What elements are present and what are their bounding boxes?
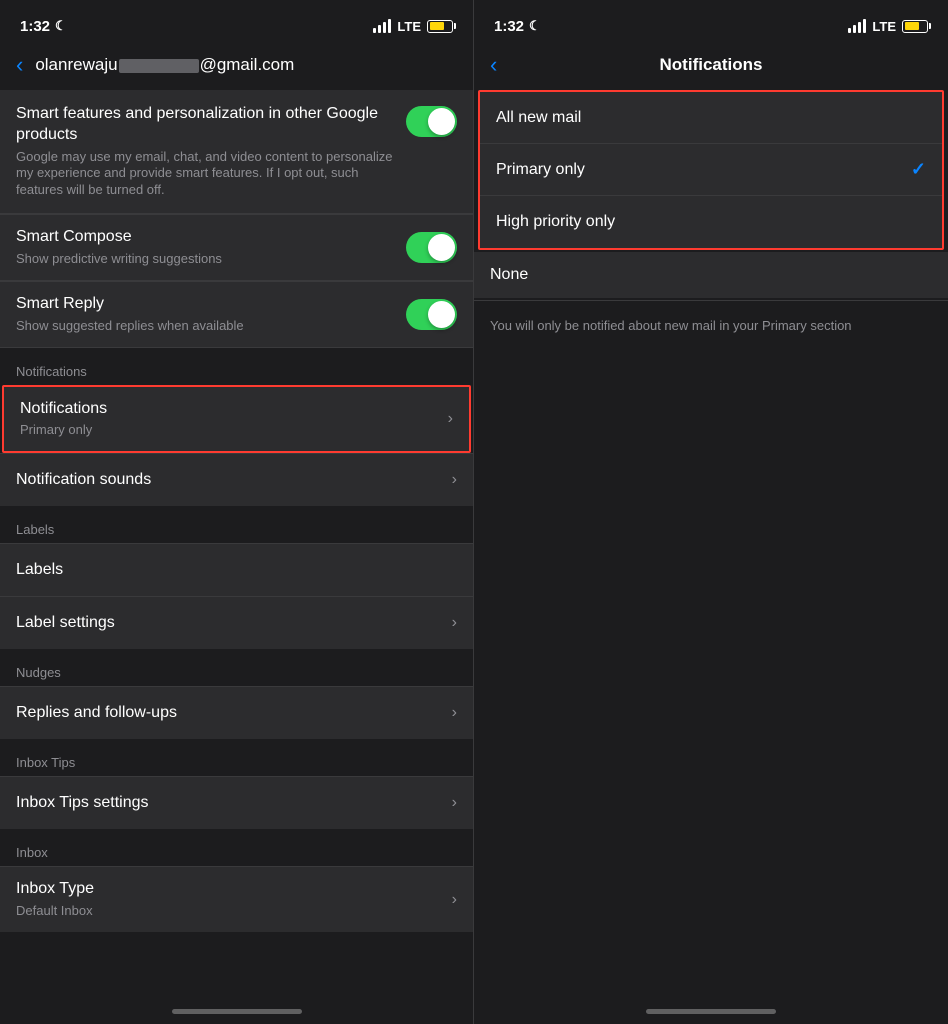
left-content: Smart features and personalization in ot… bbox=[0, 90, 473, 1001]
section-inbox-tips-label: Inbox Tips bbox=[0, 739, 473, 776]
smart-reply-title: Smart Reply bbox=[16, 294, 394, 315]
inbox-tips-settings-row[interactable]: Inbox Tips settings › bbox=[0, 777, 473, 829]
smart-features-content: Smart features and personalization in ot… bbox=[16, 104, 394, 199]
smart-compose-row[interactable]: Smart Compose Show predictive writing su… bbox=[0, 215, 473, 281]
left-home-indicator bbox=[172, 1009, 302, 1014]
label-settings-chevron-icon: › bbox=[452, 614, 457, 632]
notification-sounds-content: Notification sounds bbox=[16, 470, 452, 491]
inbox-tips-settings-chevron-icon: › bbox=[452, 794, 457, 812]
high-priority-option[interactable]: High priority only bbox=[480, 196, 942, 248]
left-time: 1:32 ☾ bbox=[20, 18, 67, 35]
inbox-type-title: Inbox Type bbox=[16, 879, 452, 900]
notifications-row-content: Notifications Primary only bbox=[20, 399, 448, 440]
right-nav-header: ‹ Notifications bbox=[474, 44, 948, 90]
inbox-type-content: Inbox Type Default Inbox bbox=[16, 879, 452, 920]
none-row[interactable]: None bbox=[474, 252, 948, 298]
smart-compose-toggle[interactable] bbox=[406, 232, 457, 263]
primary-only-option[interactable]: Primary only ✓ bbox=[480, 144, 942, 196]
right-panel: 1:32 ☾ LTE ‹ Notifications All new mail … bbox=[474, 0, 948, 1024]
left-signal-icon bbox=[373, 19, 391, 33]
left-nav-header: ‹ olanrewaju @gmail.com bbox=[0, 44, 473, 90]
labels-title: Labels bbox=[16, 560, 457, 581]
inbox-type-row[interactable]: Inbox Type Default Inbox › bbox=[0, 867, 473, 932]
right-time: 1:32 ☾ bbox=[494, 18, 541, 35]
right-signal-icon bbox=[848, 19, 866, 33]
notifications-row-subtitle: Primary only bbox=[20, 422, 448, 439]
none-label: None bbox=[490, 266, 528, 283]
left-email-blur bbox=[119, 59, 199, 73]
label-settings-content: Label settings bbox=[16, 613, 452, 634]
left-battery-icon bbox=[427, 20, 453, 33]
left-lte-text: LTE bbox=[397, 19, 421, 34]
notifications-highlighted-section: Notifications Primary only › bbox=[2, 385, 471, 454]
right-bottom-bar bbox=[474, 1001, 948, 1024]
right-moon-icon: ☾ bbox=[529, 18, 541, 34]
notification-sounds-title: Notification sounds bbox=[16, 470, 452, 491]
high-priority-label: High priority only bbox=[496, 213, 615, 231]
smart-compose-title: Smart Compose bbox=[16, 227, 394, 248]
smart-reply-subtitle: Show suggested replies when available bbox=[16, 318, 394, 335]
section-nudges-label: Nudges bbox=[0, 649, 473, 686]
all-new-mail-option[interactable]: All new mail bbox=[480, 92, 942, 144]
inbox-tips-settings-title: Inbox Tips settings bbox=[16, 793, 452, 814]
replies-title: Replies and follow-ups bbox=[16, 703, 452, 724]
right-time-text: 1:32 bbox=[494, 18, 524, 35]
label-settings-title: Label settings bbox=[16, 613, 452, 634]
right-lte-text: LTE bbox=[872, 19, 896, 34]
smart-features-toggle[interactable] bbox=[406, 106, 457, 137]
labels-row[interactable]: Labels bbox=[0, 544, 473, 596]
section-labels-label: Labels bbox=[0, 506, 473, 543]
left-bottom-bar bbox=[0, 1001, 473, 1024]
label-settings-row[interactable]: Label settings › bbox=[0, 597, 473, 649]
smart-features-subtitle: Google may use my email, chat, and video… bbox=[16, 149, 394, 200]
notifications-chevron-icon: › bbox=[448, 410, 453, 428]
section-inbox-label: Inbox bbox=[0, 829, 473, 866]
all-new-mail-label: All new mail bbox=[496, 109, 581, 127]
replies-row[interactable]: Replies and follow-ups › bbox=[0, 687, 473, 739]
smart-reply-toggle[interactable] bbox=[406, 299, 457, 330]
left-panel: 1:32 ☾ LTE ‹ olanrewaju@gmail.com Sma bbox=[0, 0, 474, 1024]
inbox-type-subtitle: Default Inbox bbox=[16, 903, 452, 920]
left-back-button[interactable]: ‹ bbox=[16, 52, 23, 78]
labels-content: Labels bbox=[16, 560, 457, 581]
left-status-right: LTE bbox=[373, 19, 453, 34]
left-moon-icon: ☾ bbox=[55, 18, 67, 34]
notification-sounds-row[interactable]: Notification sounds › bbox=[0, 454, 473, 506]
right-status-right: LTE bbox=[848, 19, 928, 34]
notification-options-highlighted: All new mail Primary only ✓ High priorit… bbox=[478, 90, 944, 250]
section-notifications-label: Notifications bbox=[0, 348, 473, 385]
smart-features-title: Smart features and personalization in ot… bbox=[16, 104, 394, 146]
right-info-text: You will only be notified about new mail… bbox=[474, 301, 948, 351]
notification-sounds-chevron-icon: › bbox=[452, 471, 457, 489]
notifications-row-title: Notifications bbox=[20, 399, 448, 420]
right-page-title: Notifications bbox=[660, 55, 763, 75]
replies-content: Replies and follow-ups bbox=[16, 703, 452, 724]
right-back-button[interactable]: ‹ bbox=[490, 52, 497, 78]
inbox-type-chevron-icon: › bbox=[452, 891, 457, 909]
right-status-bar: 1:32 ☾ LTE bbox=[474, 0, 948, 44]
left-email-username: olanrewaju bbox=[35, 55, 117, 74]
left-time-text: 1:32 bbox=[20, 18, 50, 35]
replies-chevron-icon: › bbox=[452, 704, 457, 722]
primary-only-label: Primary only bbox=[496, 161, 585, 179]
inbox-tips-settings-content: Inbox Tips settings bbox=[16, 793, 452, 814]
right-battery-icon bbox=[902, 20, 928, 33]
left-email-domain: @gmail.com bbox=[200, 55, 295, 74]
smart-compose-content: Smart Compose Show predictive writing su… bbox=[16, 227, 394, 268]
left-status-bar: 1:32 ☾ LTE bbox=[0, 0, 473, 44]
notifications-row[interactable]: Notifications Primary only › bbox=[4, 387, 469, 452]
smart-reply-content: Smart Reply Show suggested replies when … bbox=[16, 294, 394, 335]
smart-compose-subtitle: Show predictive writing suggestions bbox=[16, 251, 394, 268]
right-home-indicator bbox=[646, 1009, 776, 1014]
smart-reply-row[interactable]: Smart Reply Show suggested replies when … bbox=[0, 282, 473, 348]
smart-features-row[interactable]: Smart features and personalization in ot… bbox=[0, 90, 473, 214]
left-email-header: olanrewaju @gmail.com bbox=[35, 55, 294, 75]
primary-only-checkmark-icon: ✓ bbox=[911, 159, 926, 180]
